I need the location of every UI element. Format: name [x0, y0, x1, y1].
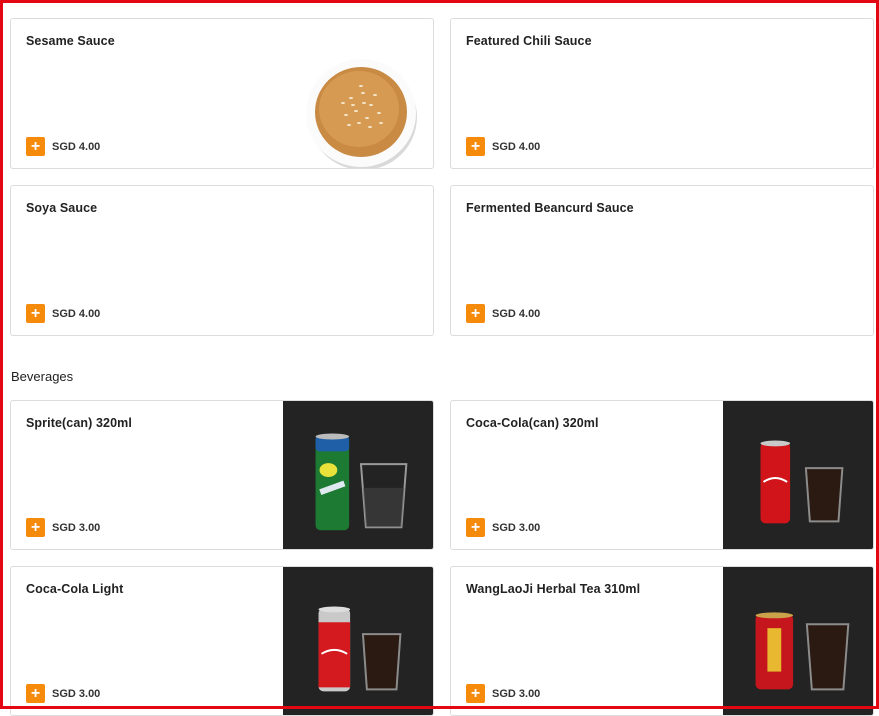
- menu-item-card[interactable]: Coca-Cola(can) 320ml + SGD 3.00: [450, 400, 874, 550]
- menu-item-card[interactable]: Sesame Sauce + SGD 4.00: [10, 18, 434, 169]
- coca-cola-light-can-image: [283, 567, 433, 715]
- item-price: SGD 3.00: [492, 688, 541, 700]
- add-to-cart-button[interactable]: +: [466, 137, 485, 156]
- add-to-cart-button[interactable]: +: [26, 137, 45, 156]
- menu-item-card[interactable]: Coca-Cola Light + SGD 3.00: [10, 566, 434, 716]
- item-name: Soya Sauce: [26, 201, 98, 215]
- add-to-cart-button[interactable]: +: [466, 684, 485, 703]
- sprite-can-image: [283, 401, 433, 549]
- item-price: SGD 4.00: [52, 141, 101, 153]
- item-name: Sesame Sauce: [26, 34, 115, 48]
- menu-item-card[interactable]: Sprite(can) 320ml + SGD 3.00: [10, 400, 434, 550]
- sesame-sauce-image: [306, 59, 417, 168]
- section-title-beverages: Beverages: [11, 369, 74, 384]
- add-to-cart-button[interactable]: +: [466, 304, 485, 323]
- item-price: SGD 4.00: [492, 141, 541, 153]
- menu-item-card[interactable]: Featured Chili Sauce + SGD 4.00: [450, 18, 874, 169]
- item-price: SGD 4.00: [52, 308, 101, 320]
- item-name: WangLaoJi Herbal Tea 310ml: [466, 582, 641, 596]
- add-to-cart-button[interactable]: +: [26, 518, 45, 537]
- item-price: SGD 4.00: [492, 308, 541, 320]
- menu-item-card[interactable]: Fermented Beancurd Sauce + SGD 4.00: [450, 185, 874, 336]
- menu-item-card[interactable]: WangLaoJi Herbal Tea 310ml + SGD 3.00: [450, 566, 874, 716]
- add-to-cart-button[interactable]: +: [466, 518, 485, 537]
- add-to-cart-button[interactable]: +: [26, 304, 45, 323]
- item-name: Featured Chili Sauce: [466, 34, 592, 48]
- menu-item-card[interactable]: Soya Sauce + SGD 4.00: [10, 185, 434, 336]
- item-price: SGD 3.00: [52, 688, 101, 700]
- wanglaoji-can-image: [723, 567, 873, 715]
- item-name: Coca-Cola(can) 320ml: [466, 416, 599, 430]
- coca-cola-can-image: [723, 401, 873, 549]
- item-name: Fermented Beancurd Sauce: [466, 201, 634, 215]
- item-price: SGD 3.00: [492, 522, 541, 534]
- add-to-cart-button[interactable]: +: [26, 684, 45, 703]
- item-name: Coca-Cola Light: [26, 582, 124, 596]
- item-name: Sprite(can) 320ml: [26, 416, 132, 430]
- item-price: SGD 3.00: [52, 522, 101, 534]
